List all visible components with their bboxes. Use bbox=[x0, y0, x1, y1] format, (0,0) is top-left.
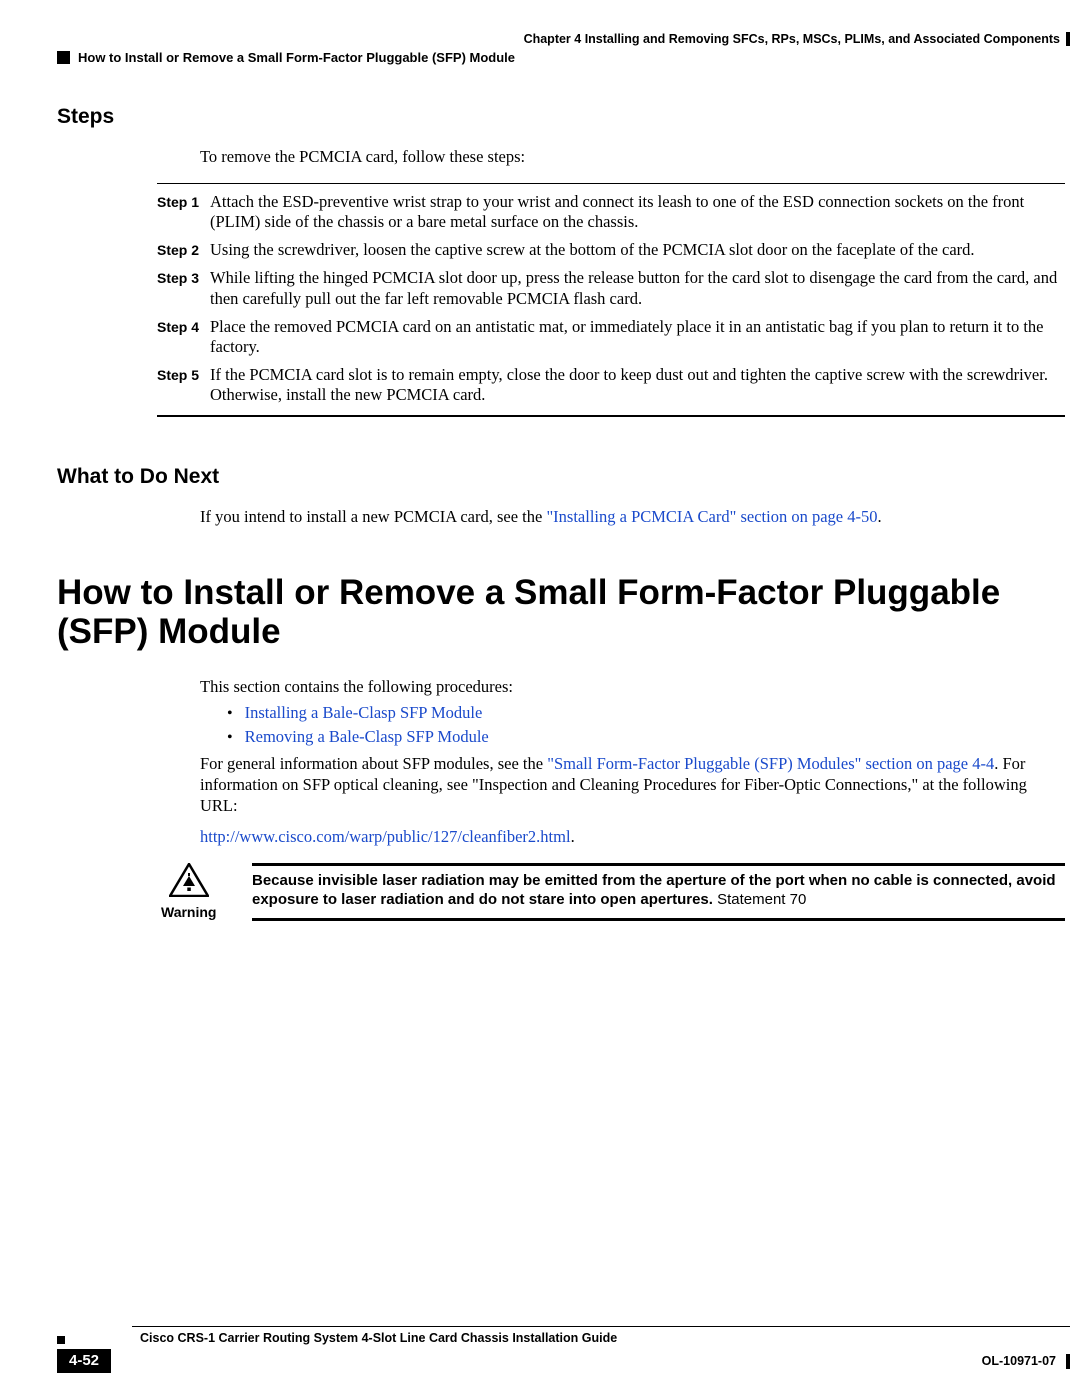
warning-label: Warning bbox=[161, 904, 252, 920]
step-label: Step 2 bbox=[157, 240, 200, 258]
header-chapter: Chapter 4 Installing and Removing SFCs, … bbox=[524, 32, 1060, 46]
header-section-title: How to Install or Remove a Small Form-Fa… bbox=[78, 50, 515, 65]
warning-text: Because invisible laser radiation may be… bbox=[252, 872, 1065, 910]
crossref-link[interactable]: "Small Form-Factor Pluggable (SFP) Modul… bbox=[547, 754, 994, 773]
procedure-link[interactable]: Installing a Bale-Clasp SFP Module bbox=[245, 703, 483, 722]
step-text: Attach the ESD-preventive wrist strap to… bbox=[200, 192, 1065, 232]
text: . bbox=[878, 507, 882, 526]
step-text: Using the screwdriver, loosen the captiv… bbox=[200, 240, 975, 260]
header-end-bar bbox=[1066, 32, 1070, 46]
doc-id-text: OL-10971-07 bbox=[982, 1354, 1056, 1368]
footer-guide-title: Cisco CRS-1 Carrier Routing System 4-Slo… bbox=[140, 1331, 617, 1345]
list-item: Removing a Bale-Clasp SFP Module bbox=[227, 727, 1065, 747]
footer-marker-icon bbox=[57, 1336, 65, 1344]
url-line: http://www.cisco.com/warp/public/127/cle… bbox=[200, 826, 1065, 847]
step-label: Step 5 bbox=[157, 365, 200, 383]
body-paragraph: For general information about SFP module… bbox=[200, 753, 1065, 816]
step-row: Step 2 Using the screwdriver, loosen the… bbox=[157, 240, 1065, 260]
page-header: Chapter 4 Installing and Removing SFCs, … bbox=[57, 32, 1080, 65]
step-text: Place the removed PCMCIA card on an anti… bbox=[200, 317, 1065, 357]
step-text: If the PCMCIA card slot is to remain emp… bbox=[200, 365, 1065, 405]
what-next-text: If you intend to install a new PCMCIA ca… bbox=[200, 507, 1065, 527]
steps-list: Step 1 Attach the ESD-preventive wrist s… bbox=[157, 192, 1065, 405]
steps-heading: Steps bbox=[57, 105, 1065, 129]
text: For general information about SFP module… bbox=[200, 754, 547, 773]
step-row: Step 1 Attach the ESD-preventive wrist s… bbox=[157, 192, 1065, 232]
warning-icon bbox=[169, 863, 209, 897]
external-url-link[interactable]: http://www.cisco.com/warp/public/127/cle… bbox=[200, 827, 571, 846]
step-label: Step 4 bbox=[157, 317, 200, 335]
text: . bbox=[571, 827, 575, 846]
section-marker-icon bbox=[57, 51, 70, 64]
steps-intro: To remove the PCMCIA card, follow these … bbox=[200, 147, 1065, 167]
step-label: Step 3 bbox=[157, 268, 200, 286]
footer-rule bbox=[132, 1326, 1070, 1327]
warning-block: Warning Because invisible laser radiatio… bbox=[157, 863, 1065, 921]
step-text: While lifting the hinged PCMCIA slot doo… bbox=[200, 268, 1065, 308]
page-number: 4-52 bbox=[57, 1349, 111, 1373]
procedure-link[interactable]: Removing a Bale-Clasp SFP Module bbox=[245, 727, 489, 746]
step-row: Step 3 While lifting the hinged PCMCIA s… bbox=[157, 268, 1065, 308]
warning-statement: Statement 70 bbox=[713, 891, 806, 908]
footer-end-bar bbox=[1066, 1354, 1070, 1369]
procedure-list: Installing a Bale-Clasp SFP Module Remov… bbox=[227, 703, 1065, 747]
section-intro: This section contains the following proc… bbox=[200, 676, 1065, 697]
main-heading: How to Install or Remove a Small Form-Fa… bbox=[57, 573, 1065, 651]
warning-bold-text: Because invisible laser radiation may be… bbox=[252, 872, 1056, 908]
list-item: Installing a Bale-Clasp SFP Module bbox=[227, 703, 1065, 723]
what-next-heading: What to Do Next bbox=[57, 465, 1065, 489]
footer-doc-id: OL-10971-07 bbox=[982, 1354, 1060, 1368]
step-label: Step 1 bbox=[157, 192, 200, 210]
step-row: Step 5 If the PCMCIA card slot is to rem… bbox=[157, 365, 1065, 405]
divider bbox=[252, 863, 1065, 866]
divider bbox=[157, 415, 1065, 417]
text: If you intend to install a new PCMCIA ca… bbox=[200, 507, 546, 526]
divider bbox=[157, 183, 1065, 184]
divider bbox=[252, 918, 1065, 921]
step-row: Step 4 Place the removed PCMCIA card on … bbox=[157, 317, 1065, 357]
crossref-link[interactable]: "Installing a PCMCIA Card" section on pa… bbox=[546, 507, 877, 526]
page-footer: Cisco CRS-1 Carrier Routing System 4-Slo… bbox=[57, 1326, 1070, 1373]
